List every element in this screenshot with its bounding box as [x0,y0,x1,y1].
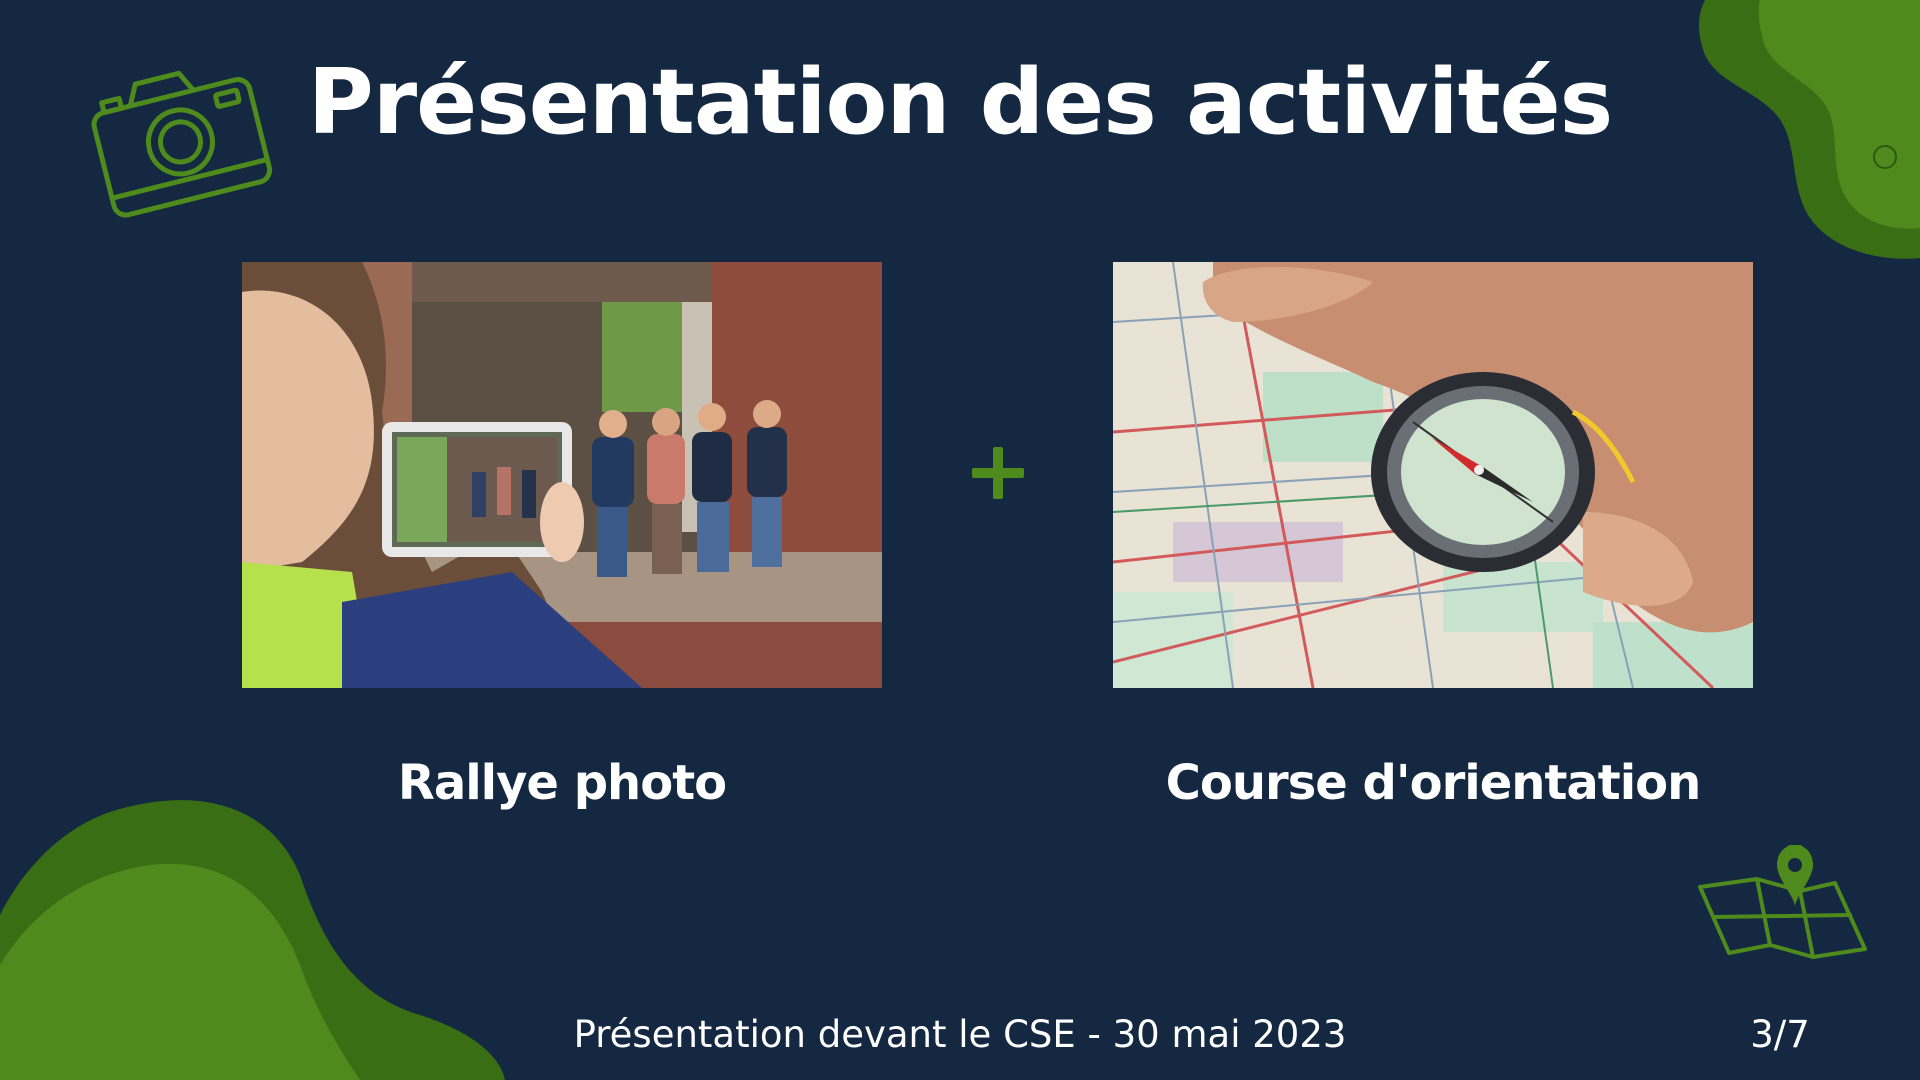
photo-rallye [242,262,882,688]
plus-icon [972,447,1024,499]
slide: Présentation des activités Rallye photo … [0,0,1920,1080]
map-pin-icon [1698,845,1867,959]
photo-orientation [1113,262,1753,688]
footer-text: Présentation devant le CSE - 30 mai 2023 [573,1013,1347,1056]
decor-blob-top-right [1698,0,1920,259]
camera-icon [91,70,273,218]
page-number: 3/7 [1750,1013,1810,1056]
caption-course-orientation: Course d'orientation [1165,755,1702,811]
caption-rallye-photo: Rallye photo [397,755,727,811]
slide-title: Présentation des activités [307,50,1613,155]
